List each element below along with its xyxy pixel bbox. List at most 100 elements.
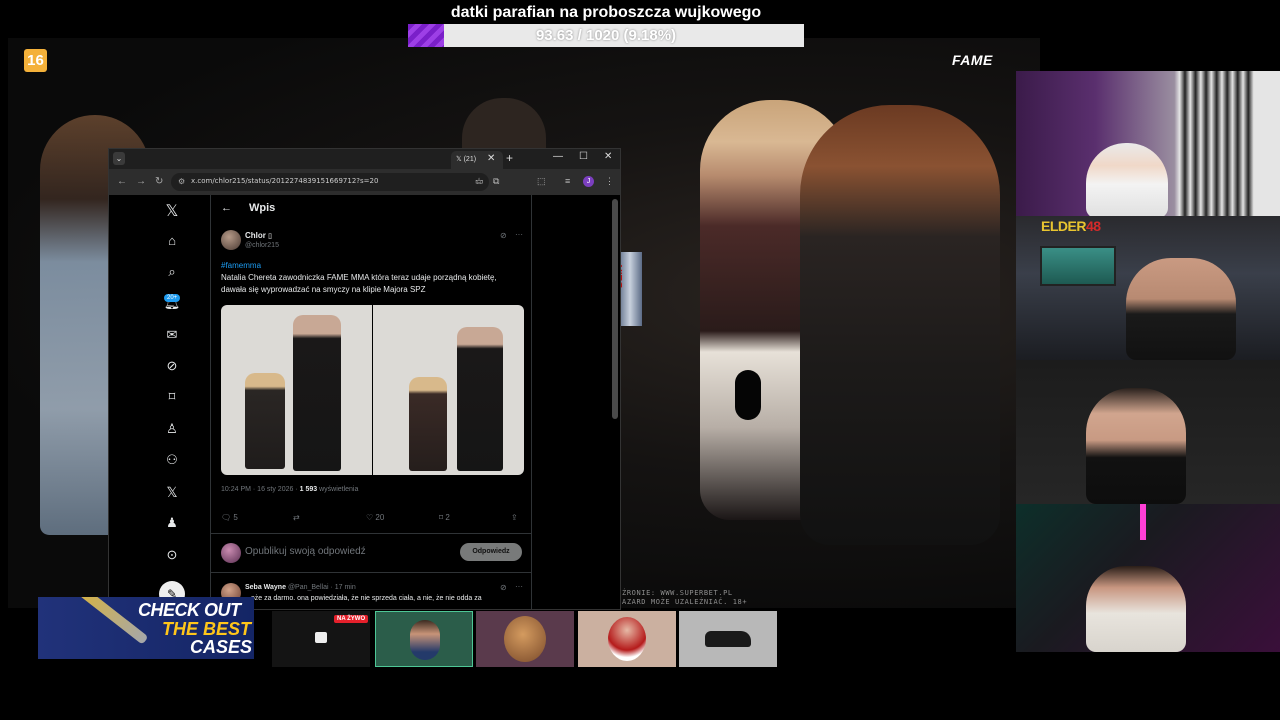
tab-label: (21) xyxy=(463,156,477,163)
communities-icon[interactable]: ⚇ xyxy=(163,452,181,468)
menu-icon[interactable]: ⋮ xyxy=(605,176,614,187)
bookmark-action[interactable]: ⌑ 2 xyxy=(439,513,450,522)
post-meta: 10:24 PM · 16 sty 2026 · 1 593 wyświetle… xyxy=(221,486,358,493)
heart-icon: ♡ xyxy=(366,513,374,522)
reply-meta: @Pan_Bellai · 17 min xyxy=(287,584,356,591)
home-icon[interactable]: ⌂ xyxy=(163,233,181,248)
donation-goal-bar: 93.63 / 1020 (9.18%) xyxy=(408,24,804,47)
x-sidebar: 𝕏 ⌂ ⌕ 🔔︎ 20+ ✉ ⊘ ⌑ ♙ ⚇ 𝕏 ♟ ⊙ ✎ xyxy=(109,195,209,609)
author-name[interactable]: Chlor ▯ xyxy=(245,231,272,240)
webcam-2-person xyxy=(1126,258,1236,360)
webcam-3-person xyxy=(1086,388,1186,504)
x-page: 𝕏 ⌂ ⌕ 🔔︎ 20+ ✉ ⊘ ⌑ ♙ ⚇ 𝕏 ♟ ⊙ ✎ ← Wpis Ch… xyxy=(109,195,620,609)
grok-icon[interactable]: ⊘ xyxy=(163,358,181,374)
back-icon[interactable]: ← xyxy=(117,176,127,187)
mail-icon[interactable]: ✉ xyxy=(163,327,181,343)
thumb-face xyxy=(504,616,546,662)
elder-logo-b: 48 xyxy=(1085,218,1101,234)
webcam-4-person xyxy=(1086,566,1186,652)
bookmark-icon[interactable]: ⌑ xyxy=(163,389,181,405)
tab-bar: ⌄ 𝕏 (21) ✕ + — ☐ ✕ xyxy=(109,149,620,169)
more-icon[interactable]: ⊙ xyxy=(163,547,181,563)
gambling-disclaimer: ŹRONIE: WWW.SUPERBET.PL AZARD MOŻE UZALE… xyxy=(622,589,747,607)
page-title: Wpis xyxy=(249,202,276,214)
search-icon[interactable]: ⌕ xyxy=(163,264,181,280)
maximize-icon[interactable]: ☐ xyxy=(579,151,588,162)
reply-button[interactable]: Odpowiedz xyxy=(460,543,522,561)
reply-text: ...oże za darmo. ona powiedziała, że nie… xyxy=(245,595,482,602)
browser-toolbar: ← → ↻ ⚙ x.com/chlor215/status/2012274839… xyxy=(109,169,620,195)
media-icon[interactable]: ≡ xyxy=(565,176,570,186)
reply-more-icon[interactable]: ··· xyxy=(515,582,523,591)
like-count: 20 xyxy=(375,513,385,522)
jobs-icon[interactable]: ♙ xyxy=(163,421,181,437)
author-handle[interactable]: @chlor215 xyxy=(245,242,279,249)
profile-icon[interactable]: ♟ xyxy=(163,515,181,531)
reply-author[interactable]: Seba Wayne @Pan_Bellai · 17 min xyxy=(245,584,356,591)
case-promo-banner: CHECK OUT THE BEST CASES xyxy=(38,597,254,659)
tab-close-icon[interactable]: ✕ xyxy=(487,153,495,164)
browser-window[interactable]: ⌄ 𝕏 (21) ✕ + — ☐ ✕ ← → ↻ ⚙ x.com/chlor21… xyxy=(108,148,621,610)
close-window-icon[interactable]: ✕ xyxy=(604,151,612,162)
energy-drink-can xyxy=(618,252,642,326)
webcam-3 xyxy=(1016,360,1280,504)
post-timestamp[interactable]: 10:24 PM · 16 sty 2026 · xyxy=(221,486,300,493)
image-figure-woman xyxy=(245,373,285,469)
image-figure-man xyxy=(293,315,341,471)
new-tab-button[interactable]: + xyxy=(506,151,513,165)
view-label: wyświetlenia xyxy=(317,486,359,493)
bookmark-icon: ⌑ xyxy=(439,513,444,522)
user-avatar xyxy=(221,543,241,563)
elder-logo: ELDER48 xyxy=(1041,218,1101,234)
post-image-2[interactable] xyxy=(373,305,524,475)
webcam-4 xyxy=(1016,504,1280,652)
post-column: ← Wpis Chlor ▯ @chlor215 ⊘ ··· #famemma … xyxy=(210,195,532,609)
x-premium-icon[interactable]: 𝕏 xyxy=(163,484,181,501)
stream-thumb-streamer xyxy=(375,611,473,667)
reload-icon[interactable]: ↻ xyxy=(155,176,163,187)
address-bar[interactable]: ⚙ x.com/chlor215/status/2012274839151669… xyxy=(171,173,489,191)
x-logo-icon[interactable]: 𝕏 xyxy=(163,201,181,221)
share-icon[interactable]: ⇪ xyxy=(511,513,518,522)
profile-avatar[interactable]: J xyxy=(583,176,594,187)
scrollbar[interactable] xyxy=(612,199,618,419)
aquarium xyxy=(1040,246,1116,286)
back-arrow-icon[interactable]: ← xyxy=(221,202,232,214)
minimize-icon[interactable]: — xyxy=(553,151,563,162)
stream-thumb-santa xyxy=(578,611,676,667)
post-hashtag[interactable]: #famemma xyxy=(221,261,261,270)
promo-line-3: CASES xyxy=(190,637,253,657)
extensions-icon[interactable]: ⬚ xyxy=(537,176,546,187)
x-tab-favicon-icon: 𝕏 xyxy=(456,156,464,163)
site-info-icon[interactable]: ⚙ xyxy=(178,177,185,186)
age-rating-badge: 16 xyxy=(24,49,47,72)
reply-composer: Opublikuj swoją odpowiedź Odpowiedz xyxy=(211,533,531,573)
like-action[interactable]: ♡ 20 xyxy=(366,513,384,522)
donation-goal-title: datki parafian na proboszcza wujkowego xyxy=(450,4,762,21)
fame-logo: FAME xyxy=(952,52,993,68)
reply-input[interactable]: Opublikuj swoją odpowiedź xyxy=(245,546,366,557)
promo-line-1: CHECK OUT xyxy=(138,600,241,620)
post-image-1[interactable] xyxy=(221,305,372,475)
live-badge: NA ŻYWO xyxy=(334,615,369,623)
elder-logo-a: ELDER xyxy=(1041,218,1086,234)
reply-grok-icon[interactable]: ⊘ xyxy=(500,583,507,592)
neon-light xyxy=(1140,504,1146,540)
verified-icon: ▯ xyxy=(268,233,272,240)
screen-icon xyxy=(315,632,327,643)
post-more-icon[interactable]: ··· xyxy=(515,230,523,239)
reply-icon: 🗨︎ xyxy=(221,513,232,522)
url-text: x.com/chlor215/status/201227483915166971… xyxy=(191,177,379,185)
image-figure-woman xyxy=(409,377,447,471)
forward-icon[interactable]: → xyxy=(136,176,146,187)
view-count: 1 593 xyxy=(299,486,318,493)
cast-icon[interactable]: ▭ xyxy=(475,176,484,187)
grok-explain-icon[interactable]: ⊘ xyxy=(500,231,507,240)
knife-icon xyxy=(63,597,149,645)
translate-icon[interactable]: ⧉ xyxy=(493,176,499,187)
reply-action[interactable]: 🗨︎ 5 xyxy=(221,513,238,522)
reply-count: 5 xyxy=(233,513,238,522)
repost-icon[interactable]: ⇄ xyxy=(293,513,300,522)
tab-search-button[interactable]: ⌄ xyxy=(113,152,125,165)
author-avatar[interactable] xyxy=(221,230,241,250)
